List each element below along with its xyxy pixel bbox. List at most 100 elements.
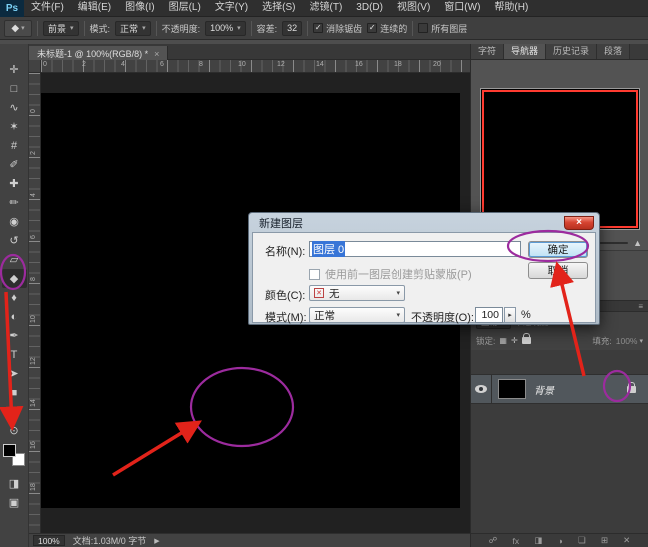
panel-menu-icon[interactable]: ≡ (638, 302, 643, 311)
layer-thumbnail[interactable] (498, 379, 526, 399)
layer-mask-icon[interactable]: ◨ (534, 535, 542, 546)
move-tool-button[interactable]: ✛ (2, 60, 27, 79)
hand-tool-button[interactable]: ✌ (2, 402, 27, 421)
link-layers-icon[interactable]: ☍ (489, 535, 498, 546)
lock-position-icon[interactable]: ✛ (511, 336, 518, 345)
tab-paragraph[interactable]: 段落 (597, 44, 631, 59)
new-layer-icon[interactable]: ⊞ (601, 535, 608, 546)
opacity-field[interactable]: 100% ▾ (205, 20, 246, 36)
blur-tool-button[interactable]: ♦ (2, 288, 27, 307)
menu-3d[interactable]: 3D(D) (349, 0, 390, 16)
shape-tool-button[interactable]: ■ (2, 383, 27, 402)
ruler-mark: 4 (121, 61, 125, 68)
antialias-checkbox[interactable]: ✓ 消除锯齿 (313, 22, 362, 35)
menu-type[interactable]: 文字(Y) (208, 0, 255, 16)
ruler-mark: 10 (30, 315, 37, 323)
color-none-value: 无 (329, 287, 340, 300)
status-menu-arrow-icon[interactable]: ▶ (154, 537, 159, 545)
color-select[interactable]: ✕ 无 ▾ (309, 285, 405, 301)
all-layers-checkbox[interactable]: 所有图层 (418, 22, 467, 35)
tab-history[interactable]: 历史记录 (546, 44, 598, 59)
layer-effects-icon[interactable]: fx (512, 536, 519, 546)
adjustment-layer-icon[interactable]: ◑ (558, 536, 563, 546)
lock-transparency-icon[interactable]: ▦ (499, 336, 507, 345)
horizontal-ruler: 0 2 4 6 8 10 12 14 16 18 20 (41, 60, 470, 73)
crop-tool-button[interactable]: # (2, 136, 27, 155)
quick-select-tool-button[interactable]: ✶ (2, 117, 27, 136)
tolerance-field[interactable]: 32 (282, 20, 303, 36)
eyedropper-tool-button[interactable]: ✐ (2, 155, 27, 174)
dialog-opacity-label: 不透明度(O): (411, 312, 474, 324)
eraser-tool-button[interactable]: ▱ (2, 250, 27, 269)
tab-navigator[interactable]: 导航器 (504, 44, 547, 59)
dodge-tool-button[interactable]: ◐ (2, 307, 27, 326)
close-icon[interactable]: × (154, 49, 159, 59)
mode-label: 模式: (89, 23, 111, 34)
navigator-preview[interactable] (480, 88, 640, 230)
menu-image[interactable]: 图像(I) (118, 0, 161, 16)
type-tool-button[interactable]: T (2, 345, 27, 364)
mode-select[interactable]: 正常 ▾ (115, 20, 151, 36)
tool-preset-picker[interactable]: ◆ ▾ (4, 19, 32, 37)
clipping-mask-checkbox[interactable] (309, 268, 320, 280)
marquee-tool-button[interactable]: □ (2, 79, 27, 98)
zoom-in-icon[interactable]: ▲ (633, 238, 642, 248)
fill-value[interactable]: 100% ▾ (616, 336, 643, 346)
path-select-tool-button[interactable]: ➤ (2, 364, 27, 383)
pen-tool-button[interactable]: ✒ (2, 326, 27, 345)
foreground-color-swatch[interactable] (3, 444, 16, 457)
dialog-title-bar[interactable]: 新建图层 × (252, 213, 596, 232)
opacity-value: 100% (210, 23, 234, 33)
ruler-mark: 20 (433, 61, 441, 68)
tolerance-label: 容差: (256, 23, 278, 34)
selected-text: 图层 0 (312, 241, 346, 257)
chevron-down-icon: ▾ (70, 25, 74, 32)
menu-file[interactable]: 文件(F) (24, 0, 71, 16)
zoom-tool-button[interactable]: ⊙ (2, 421, 27, 440)
visibility-toggle[interactable] (471, 375, 492, 403)
options-bar: ◆ ▾ 前景 ▾ 模式: 正常 ▾ 不透明度: 100% ▾ 容差: 32 ✓ … (0, 17, 648, 40)
layers-bottom-toolbar: ☍ fx ◨ ◑ ❏ ⊞ ✕ (471, 533, 648, 547)
layer-row-background[interactable]: 背景 (471, 374, 648, 404)
clone-stamp-tool-button[interactable]: ◉ (2, 212, 27, 231)
menu-select[interactable]: 选择(S) (255, 0, 302, 16)
layer-name-input[interactable]: 图层 0 (309, 241, 521, 257)
dialog-opacity-input[interactable]: 100 (475, 307, 503, 323)
chevron-down-icon: ▾ (21, 25, 25, 32)
menu-layer[interactable]: 图层(L) (162, 0, 208, 16)
menu-help[interactable]: 帮助(H) (487, 0, 535, 16)
menu-window[interactable]: 窗口(W) (437, 0, 487, 16)
ok-button[interactable]: 确定 (528, 241, 588, 258)
tab-character[interactable]: 字符 (471, 44, 505, 59)
ruler-mark: 14 (30, 399, 37, 407)
layer-group-icon[interactable]: ❏ (578, 535, 586, 546)
photoshop-logo[interactable]: Ps (0, 0, 24, 17)
background-lock-icon[interactable] (627, 381, 636, 393)
dialog-close-button[interactable]: × (564, 215, 594, 230)
tools-panel: ✛ □ ∿ ✶ # ✐ ✚ ✏ ◉ ↺ ▱ ◆ ♦ ◐ ✒ T ➤ ■ ✌ ⊙ … (0, 44, 29, 547)
dialog-mode-select[interactable]: 正常 ▾ (309, 307, 405, 323)
cancel-button[interactable]: 取消 (528, 262, 588, 279)
delete-layer-icon[interactable]: ✕ (623, 535, 630, 546)
clipping-mask-label: 使用前一图层创建剪贴蒙版(P) (325, 269, 472, 281)
no-color-icon: ✕ (314, 288, 324, 298)
menu-edit[interactable]: 编辑(E) (71, 0, 118, 16)
contiguous-checkbox[interactable]: ✓ 连续的 (367, 22, 407, 35)
zoom-level-field[interactable]: 100% (33, 535, 65, 546)
ruler-corner (29, 60, 41, 73)
screen-mode-button[interactable]: ▣ (2, 493, 27, 512)
menubar: Ps 文件(F) 编辑(E) 图像(I) 图层(L) 文字(Y) 选择(S) 滤… (0, 0, 648, 17)
fill-source-select[interactable]: 前景 ▾ (43, 20, 79, 36)
healing-tool-button[interactable]: ✚ (2, 174, 27, 193)
ruler-mark: 6 (30, 235, 37, 239)
paint-bucket-tool-button[interactable]: ◆ (1, 269, 27, 288)
menu-view[interactable]: 视图(V) (390, 0, 437, 16)
tolerance-value: 32 (287, 23, 298, 33)
history-brush-tool-button[interactable]: ↺ (2, 231, 27, 250)
lasso-tool-button[interactable]: ∿ (2, 98, 27, 117)
menu-filter[interactable]: 滤镜(T) (303, 0, 350, 16)
quick-mask-button[interactable]: ◨ (2, 474, 27, 493)
lock-all-icon[interactable] (521, 333, 531, 344)
brush-tool-button[interactable]: ✏ (2, 193, 27, 212)
opacity-slider-arrow-icon[interactable]: ▸ (504, 307, 516, 323)
